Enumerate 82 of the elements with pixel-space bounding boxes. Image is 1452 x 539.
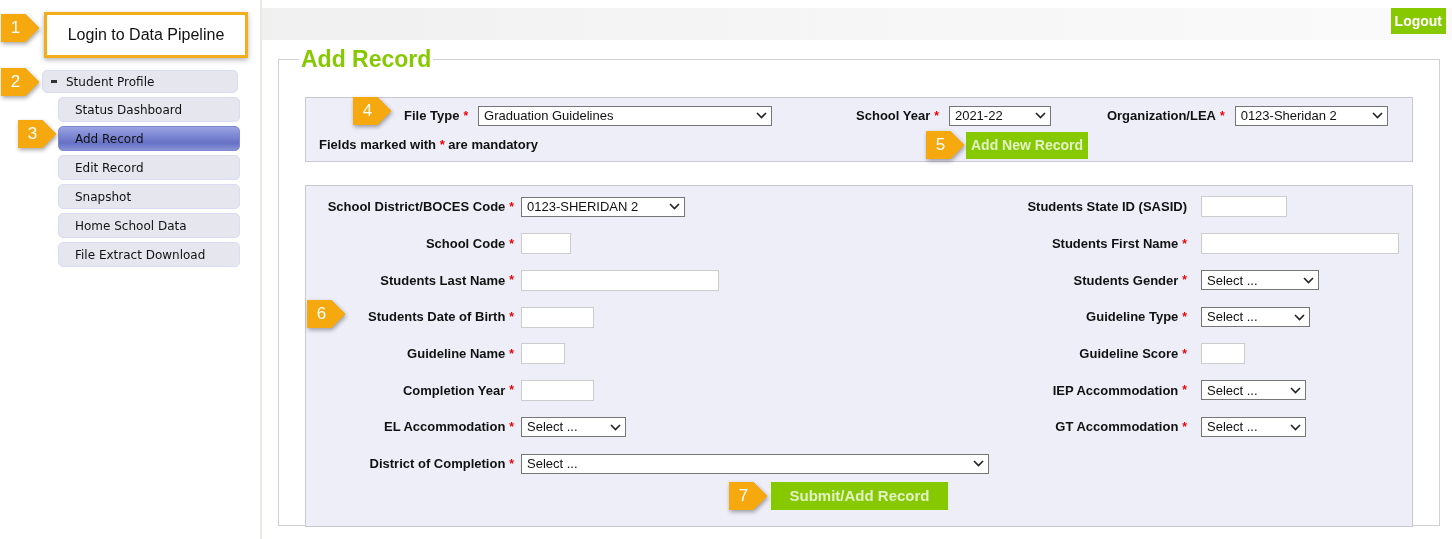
field-label: Guideline Name [407,344,506,363]
required-mark: * [509,455,514,473]
chevron-icon [1294,313,1305,321]
text-field[interactable] [1201,343,1245,365]
required-mark: * [509,382,514,400]
callout-badge: 3 [18,119,57,148]
menu-item[interactable]: Status Dashboard [58,97,240,122]
required-mark: * [1182,272,1187,290]
dropdown[interactable]: Select ... [521,417,626,438]
required-mark: * [463,107,469,125]
text-field[interactable] [1201,233,1399,255]
menu-item[interactable]: Home School Data [58,213,240,238]
callout-badge: 7 [729,482,768,511]
required-mark: * [1182,309,1187,326]
field-label: Guideline Type [1086,308,1179,327]
callout-badge: 2 [1,67,40,96]
field-label: Students First Name [1051,234,1179,253]
chevron-icon [1034,112,1046,120]
field-label: Organization/LEA [1106,106,1216,125]
field-label: Students Date of Birth [368,308,506,327]
field-label: GT Accommodation [1055,418,1179,437]
dropdown[interactable]: 0123-SHERIDAN 2 [521,196,685,217]
dropdown[interactable]: Select ... [1201,380,1306,401]
required-mark: * [509,309,514,326]
dropdown[interactable]: 0123-Sheridan 2 [1234,105,1388,126]
chevron-icon [1290,423,1301,431]
dropdown[interactable]: Select ... [1201,307,1310,327]
field-label: File Type [404,106,460,125]
field-label: School Year [856,106,931,125]
chevron-icon [756,112,768,120]
required-mark: * [509,419,514,437]
menu-item[interactable]: Snapshot [58,184,240,209]
callout-badge: 1 [1,14,40,42]
field-label: Students Last Name [380,271,506,290]
menu-item[interactable]: Add Record [58,126,240,151]
field-label: School District/BOCES Code [327,198,506,217]
page-title: Add Record [300,46,433,74]
chevron-icon [1290,386,1301,394]
dropdown[interactable]: Graduation Guidelines [478,105,773,126]
dropdown[interactable]: 2021-22 [948,105,1051,126]
required-mark: * [509,198,514,216]
collapse-icon[interactable] [51,80,57,83]
chevron-icon [610,423,621,431]
field-label: Students State ID (SASID) [1027,198,1187,217]
chevron-icon [973,460,984,468]
login-link[interactable]: Login to Data Pipeline [44,12,248,58]
callout-badge: 4 [353,96,392,125]
menu-item[interactable]: File Extract Download [58,242,240,267]
text-field[interactable] [521,269,719,291]
text-field[interactable] [521,233,571,255]
required-mark: * [1182,382,1187,400]
field-label: IEP Accommodation [1052,381,1179,400]
dropdown[interactable]: Select ... [1201,270,1319,291]
text-field[interactable] [521,306,594,328]
field-label: School Code [425,234,506,253]
mandatory-note: Fields marked with * are mandatory [319,136,538,155]
required-mark: * [1182,419,1187,437]
required-mark: * [1220,107,1225,125]
text-field[interactable] [1201,196,1287,218]
callout-badge: 5 [926,131,965,160]
menu-title: Student Profile [66,73,155,91]
required-mark: * [509,272,514,290]
text-field[interactable] [521,379,594,401]
menu-item[interactable]: Edit Record [58,155,240,180]
chevron-icon [1371,112,1383,120]
chevron-icon [1303,276,1314,284]
required-mark: * [509,345,514,363]
text-field[interactable] [521,343,565,365]
field-label: EL Accommodation [383,418,506,437]
field-label: Students Gender [1073,271,1179,290]
required-mark: * [934,107,939,125]
callout-badge: 6 [307,300,347,328]
required-mark: * [509,235,514,253]
menu-header[interactable]: Student Profile [42,70,238,93]
required-mark: * [1182,345,1187,363]
dropdown[interactable]: Select ... [1201,417,1306,438]
field-label: Completion Year [403,381,506,400]
chevron-icon [669,203,680,211]
dropdown[interactable]: Select ... [521,453,989,474]
required-mark: * [1182,235,1187,253]
field-label: Guideline Score [1079,344,1179,363]
field-label: District of Completion [369,455,506,473]
